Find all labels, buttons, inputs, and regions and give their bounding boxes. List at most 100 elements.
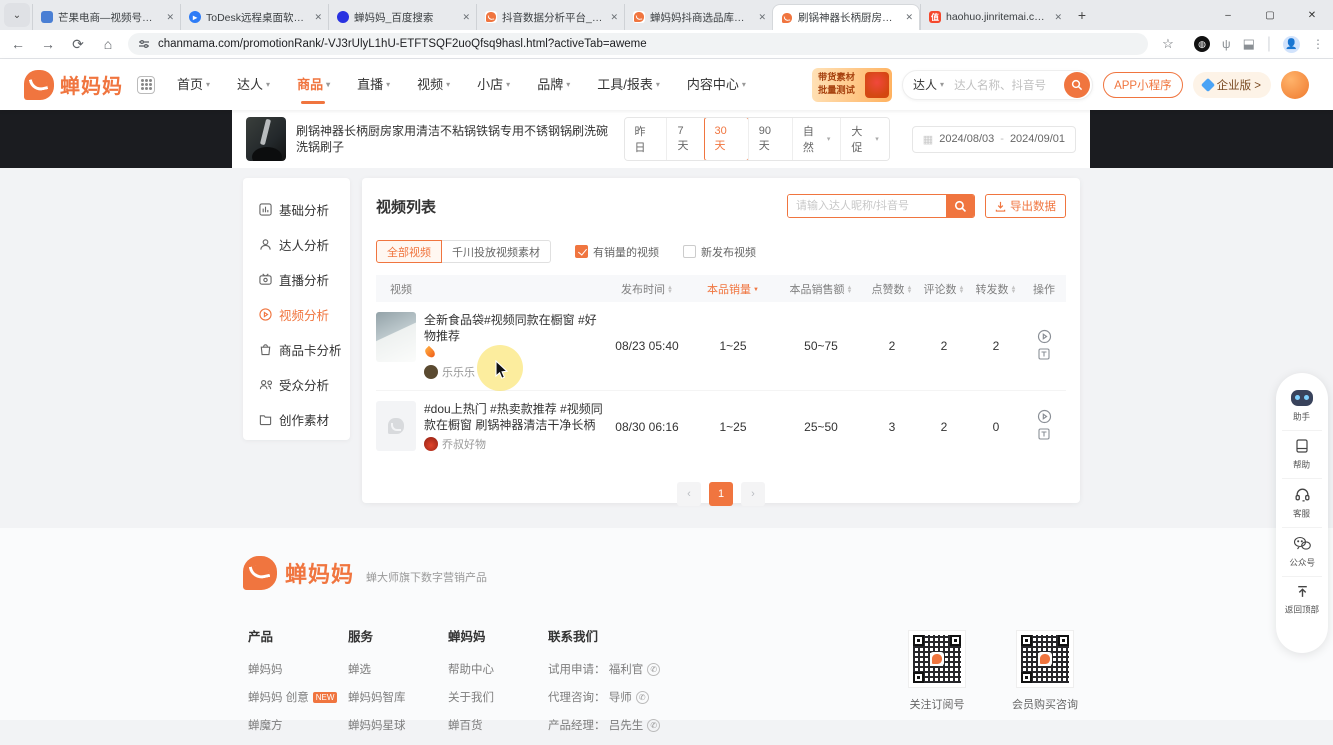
footer-link[interactable]: 蝉妈妈 创意NEW <box>248 689 348 705</box>
time-filter-30d[interactable]: 30天 <box>704 117 749 161</box>
tab-close-icon[interactable]: ✕ <box>758 12 766 23</box>
back-to-top-button[interactable]: 返回顶部 <box>1282 577 1322 623</box>
col-revenue[interactable]: 本品销售额▲▼ <box>776 275 866 302</box>
browser-tab[interactable]: 蝉妈妈抖商选品库｜抖音短视 ✕ <box>624 4 772 30</box>
app-miniprogram-button[interactable]: APP小程序 <box>1103 72 1183 98</box>
tab-close-icon[interactable]: ✕ <box>610 12 618 23</box>
header-search-button[interactable] <box>1064 72 1090 98</box>
footer-contact[interactable]: 产品经理： 吕先生✆ <box>548 717 768 733</box>
extensions-puzzle-icon[interactable]: ⬓ <box>1243 36 1255 52</box>
promo-banner[interactable]: 带货素材 批量测试 <box>812 68 892 102</box>
time-filter-yesterday[interactable]: 昨日 <box>625 118 667 160</box>
checkbox-with-sales[interactable]: 有销量的视频 <box>575 244 659 260</box>
checkbox-new-videos[interactable]: 新发布视频 <box>683 244 756 260</box>
sidebar-item-basic[interactable]: 基础分析 <box>259 192 350 227</box>
footer-link[interactable]: 蝉百货 <box>448 717 548 733</box>
footer-link[interactable]: 蝉妈妈星球 <box>348 717 448 733</box>
close-button[interactable]: ✕ <box>1291 0 1333 30</box>
video-search-input[interactable] <box>788 195 946 217</box>
tab-close-icon[interactable]: ✕ <box>905 12 913 23</box>
tab-close-icon[interactable]: ✕ <box>1054 12 1062 23</box>
footer-link[interactable]: 蝉选 <box>348 661 448 677</box>
user-avatar[interactable] <box>1281 71 1309 99</box>
browser-menu-icon[interactable]: ⋮ <box>1312 37 1324 51</box>
new-tab-button[interactable]: + <box>1070 3 1094 27</box>
footer-link[interactable]: 蝉妈妈智库 <box>348 689 448 705</box>
bookmark-star-icon[interactable]: ☆ <box>1158 36 1178 52</box>
footer-link[interactable]: 关于我们 <box>448 689 548 705</box>
col-publish-time[interactable]: 发布时间▲▼ <box>604 275 690 302</box>
video-thumbnail[interactable] <box>376 312 416 362</box>
time-filter-promo[interactable]: 大促▾ <box>840 118 888 160</box>
site-settings-icon[interactable] <box>138 38 150 50</box>
customer-service-button[interactable]: 客服 <box>1282 479 1322 528</box>
play-video-icon[interactable] <box>1037 329 1052 344</box>
nav-home[interactable]: 首页▾ <box>177 60 210 110</box>
footer-link[interactable]: 蝉妈妈 <box>248 661 348 677</box>
footer-contact[interactable]: 试用申请： 福利官✆ <box>548 661 768 677</box>
footer-contact[interactable]: 代理咨询： 导师✆ <box>548 689 768 705</box>
assistant-button[interactable]: 助手 <box>1282 383 1322 431</box>
video-thumbnail-placeholder[interactable] <box>376 401 416 451</box>
url-bar[interactable]: chanmama.com/promotionRank/-VJ3rUlyL1hU-… <box>128 33 1148 55</box>
footer-link[interactable]: 帮助中心 <box>448 661 548 677</box>
enterprise-button[interactable]: 企业版 > <box>1193 72 1271 98</box>
video-author[interactable]: 乔叔好物 <box>424 436 604 452</box>
browser-tab-active[interactable]: 刷锅神器长柄厨房家用清洁不 ✕ <box>772 4 920 30</box>
nav-product[interactable]: 商品▾ <box>297 60 330 110</box>
col-likes[interactable]: 点赞数▲▼ <box>866 275 918 302</box>
maximize-button[interactable]: ▢ <box>1249 0 1291 30</box>
help-button[interactable]: 帮助 <box>1282 431 1322 479</box>
filter-tab-qianchuan[interactable]: 千川投放视频素材 <box>442 240 551 263</box>
transcript-icon[interactable] <box>1037 427 1051 441</box>
nav-live[interactable]: 直播▾ <box>357 60 390 110</box>
video-title[interactable]: #dou上热门 #热卖款推荐 #视频同款在橱窗 刷锅神器清洁干净长柄不锈钢刷锅子… <box>424 401 604 433</box>
tab-close-icon[interactable]: ✕ <box>314 12 322 23</box>
refresh-icon[interactable]: ⟳ <box>68 36 88 53</box>
footer-link[interactable]: 蝉魔方 <box>248 717 348 733</box>
sidebar-item-creative[interactable]: 创作素材 <box>259 402 350 437</box>
nav-daren[interactable]: 达人▾ <box>237 60 270 110</box>
browser-tab[interactable]: ▸ ToDesk远程桌面软件-免费安 ✕ <box>180 4 328 30</box>
nav-content-center[interactable]: 内容中心▾ <box>687 60 746 110</box>
video-title[interactable]: 全新食品袋#视频同款在橱窗 #好物推荐 <box>424 312 604 344</box>
wechat-official-button[interactable]: 公众号 <box>1282 528 1322 577</box>
prev-page-button[interactable]: ‹ <box>677 482 701 506</box>
home-icon[interactable]: ⌂ <box>98 36 118 52</box>
sidebar-item-video[interactable]: 视频分析 <box>259 297 350 332</box>
apps-grid-icon[interactable] <box>137 76 155 94</box>
browser-profile-icon[interactable]: 👤 <box>1283 36 1300 53</box>
video-search-button[interactable] <box>946 195 974 217</box>
header-search[interactable]: 达人▾ 达人名称、抖音号 <box>902 70 1093 100</box>
play-video-icon[interactable] <box>1037 409 1052 424</box>
minimize-button[interactable]: – <box>1207 0 1249 30</box>
tab-close-icon[interactable]: ✕ <box>462 12 470 23</box>
sidebar-item-live[interactable]: 直播分析 <box>259 262 350 297</box>
time-filter-natural[interactable]: 自然▾ <box>792 118 840 160</box>
col-sales[interactable]: 本品销量▼ <box>690 275 776 302</box>
nav-tools[interactable]: 工具/报表▾ <box>597 60 660 110</box>
product-thumbnail[interactable] <box>246 117 286 161</box>
page-1-button[interactable]: 1 <box>709 482 733 506</box>
col-comments[interactable]: 评论数▲▼ <box>918 275 970 302</box>
browser-tab[interactable]: 蝉妈妈_百度搜索 ✕ <box>328 4 476 30</box>
forward-icon[interactable]: → <box>38 36 58 52</box>
export-data-button[interactable]: 导出数据 <box>985 194 1066 218</box>
search-scope-select[interactable]: 达人▾ <box>913 76 944 93</box>
extension-icon[interactable]: ◍ <box>1194 36 1210 52</box>
col-shares[interactable]: 转发数▲▼ <box>970 275 1022 302</box>
browser-tab[interactable]: 值 haohuo.jinritemai.com/econ ✕ <box>920 4 1068 30</box>
sidebar-item-product-card[interactable]: 商品卡分析 <box>259 332 350 367</box>
extension-trident-icon[interactable]: ψ <box>1222 37 1231 51</box>
browser-tab[interactable]: 抖音数据分析平台_抖音直播 ✕ <box>476 4 624 30</box>
time-filter-90d[interactable]: 90天 <box>748 118 792 160</box>
next-page-button[interactable]: › <box>741 482 765 506</box>
tab-search-chevron-icon[interactable]: ⌄ <box>4 3 30 27</box>
nav-shop[interactable]: 小店▾ <box>477 60 510 110</box>
tab-close-icon[interactable]: ✕ <box>166 12 174 23</box>
filter-tab-all-videos[interactable]: 全部视频 <box>376 240 442 263</box>
nav-video[interactable]: 视频▾ <box>417 60 450 110</box>
sidebar-item-audience[interactable]: 受众分析 <box>259 367 350 402</box>
time-filter-7d[interactable]: 7天 <box>666 118 704 160</box>
back-icon[interactable]: ← <box>8 36 28 52</box>
